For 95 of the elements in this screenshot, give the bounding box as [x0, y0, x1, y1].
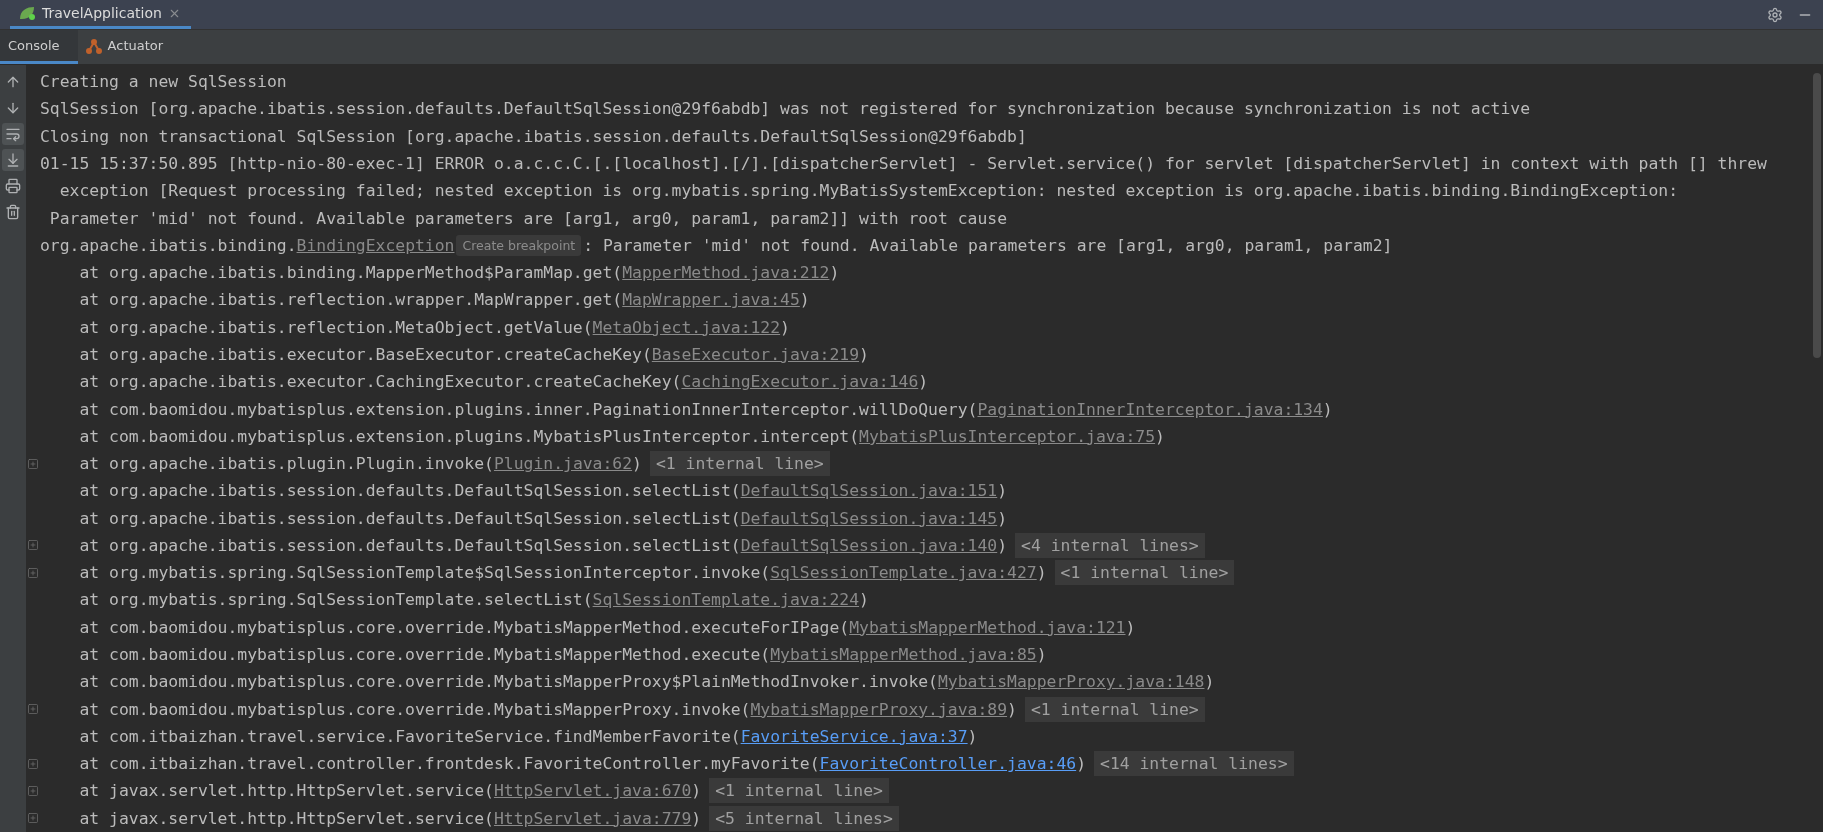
source-link[interactable]: DefaultSqlSession.java:151 — [740, 481, 998, 501]
log-text: 01-15 15:37:50.895 [http-nio-80-exec-1] ERROR o.a.c.c.C.[.[localhost].[/].[dispatcherServlet] - Servlet.service() for servlet [dispatcherServlet] in context with path [] threw — [40, 154, 1767, 173]
leaf-icon — [18, 5, 36, 21]
log-text: Parameter 'mid' not found. Available parameters are [arg1, arg0, param1, param2]] with root cause — [49, 208, 1008, 228]
source-link[interactable]: MybatisMapperMethod.java:85 — [770, 645, 1037, 665]
log-text: ) — [829, 263, 840, 283]
log-text: ) — [799, 290, 810, 310]
internal-lines-fold[interactable]: <5 internal lines> — [709, 805, 899, 831]
log-text: at org.apache.ibatis.executor.CachingExecutor.createCacheKey( — [79, 372, 682, 392]
log-text: ) — [859, 344, 869, 364]
log-text: at org.mybatis.spring.SqlSessionTemplate$SqlSessionInterceptor.invoke( — [79, 563, 771, 583]
scrollbar-thumb[interactable] — [1813, 73, 1821, 358]
expand-icon[interactable] — [27, 703, 39, 716]
log-text: at javax.servlet.http.HttpServlet.service( — [79, 808, 494, 828]
log-text: at org.apache.ibatis.binding.MapperMethod$ParamMap.get( — [79, 263, 623, 283]
source-link[interactable]: DefaultSqlSession.java:145 — [740, 508, 998, 528]
log-text: Creating a new SqlSession — [40, 72, 287, 92]
log-text: ) — [1204, 672, 1215, 692]
source-link[interactable]: FavoriteController.java:46 — [819, 754, 1077, 774]
log-text: : Parameter 'mid' not found. Available parameters are [arg1, arg0, param1, param2] — [583, 235, 1393, 255]
log-text: SqlSession [org.apache.ibatis.session.defaults.DefaultSqlSession@29f6abdb] was not registered for synchronization because synchronization is not active — [40, 99, 1531, 119]
log-text: at com.baomidou.mybatisplus.extension.plugins.inner.PaginationInnerInterceptor.willDoQuery( — [79, 399, 978, 419]
log-text: org.apache.ibatis.binding. — [40, 235, 297, 255]
expand-icon[interactable] — [27, 784, 39, 797]
log-text: at com.baomidou.mybatisplus.core.override.MybatisMapperProxy$PlainMethodInvoker.invoke( — [79, 672, 938, 692]
log-text: at org.mybatis.spring.SqlSessionTemplate.selectList( — [79, 590, 593, 610]
log-text: ) — [691, 781, 702, 801]
log-text: at org.apache.ibatis.reflection.wrapper.MapWrapper.get( — [79, 290, 623, 310]
log-text: ) — [1007, 699, 1017, 719]
source-link[interactable]: DefaultSqlSession.java:140 — [740, 535, 998, 555]
log-text: at com.baomidou.mybatisplus.core.override.MybatisMapperMethod.execute( — [79, 645, 771, 665]
source-link[interactable]: FavoriteService.java:37 — [740, 726, 968, 746]
log-text: ) — [997, 508, 1008, 528]
log-text: ) — [632, 454, 642, 474]
internal-lines-fold[interactable]: <1 internal line> — [649, 451, 830, 477]
log-text: ) — [1036, 563, 1047, 583]
log-text: at javax.servlet.http.HttpServlet.service( — [79, 781, 494, 801]
log-text: ) — [1155, 426, 1165, 446]
log-text: ) — [997, 535, 1008, 555]
log-text: ) — [918, 372, 929, 392]
log-text: at org.apache.ibatis.session.defaults.DefaultSqlSession.selectList( — [79, 508, 741, 528]
log-text: at com.itbaizhan.travel.service.FavoriteService.findMemberFavorite( — [79, 726, 741, 746]
source-link[interactable]: MybatisPlusInterceptor.java:75 — [859, 426, 1156, 446]
expand-icon[interactable] — [27, 457, 39, 470]
log-text: ) — [1036, 645, 1047, 665]
log-text: at org.apache.ibatis.executor.BaseExecutor.createCacheKey( — [79, 344, 652, 364]
expand-icon[interactable] — [27, 539, 39, 552]
source-link[interactable]: CachingExecutor.java:146 — [681, 372, 919, 392]
source-link[interactable]: MybatisMapperProxy.java:89 — [750, 699, 1008, 719]
source-link[interactable]: MetaObject.java:122 — [592, 317, 781, 337]
log-text: at org.apache.ibatis.session.defaults.DefaultSqlSession.selectList( — [79, 535, 741, 555]
source-link[interactable]: MapWrapper.java:45 — [622, 290, 800, 310]
log-text: ) — [997, 481, 1008, 501]
source-link[interactable]: SqlSessionTemplate.java:427 — [770, 563, 1037, 583]
nodes-icon — [85, 37, 102, 54]
soft-wrap-icon[interactable] — [2, 123, 24, 145]
expand-icon[interactable] — [27, 812, 39, 825]
source-link[interactable]: MapperMethod.java:212 — [622, 263, 830, 283]
log-text: at com.itbaizhan.travel.controller.frontdesk.FavoriteController.myFavorite( — [79, 754, 820, 774]
source-link[interactable]: HttpServlet.java:779 — [493, 808, 692, 828]
internal-lines-fold[interactable]: <1 internal line> — [1024, 696, 1205, 722]
log-text: ) — [1076, 754, 1087, 774]
log-text: ) — [691, 808, 702, 828]
source-link[interactable]: PaginationInnerInterceptor.java:134 — [977, 399, 1323, 419]
expand-icon[interactable] — [27, 566, 39, 579]
console-tab[interactable]: Console — [0, 30, 78, 64]
breakpoint-hint[interactable]: Create breakpoint — [456, 234, 582, 256]
internal-lines-fold[interactable]: <14 internal lines> — [1094, 751, 1294, 777]
log-text: ) — [859, 590, 869, 610]
log-text: at org.apache.ibatis.reflection.MetaObject.getValue( — [79, 317, 593, 337]
source-link[interactable]: SqlSessionTemplate.java:224 — [592, 590, 860, 610]
log-text: at com.baomidou.mybatisplus.core.override.MybatisMapperMethod.executeForIPage( — [79, 617, 850, 637]
source-link[interactable]: Plugin.java:62 — [493, 454, 633, 474]
log-text: at org.apache.ibatis.plugin.Plugin.invoke( — [79, 454, 494, 474]
scroll-to-end-icon[interactable] — [2, 149, 24, 171]
internal-lines-fold[interactable]: <4 internal lines> — [1015, 532, 1205, 558]
console-tab[interactable]: Actuator — [77, 30, 182, 64]
source-link[interactable]: MybatisMapperProxy.java:148 — [938, 672, 1205, 692]
log-text: at com.baomidou.mybatisplus.core.override.MybatisMapperProxy.invoke( — [79, 699, 751, 719]
source-link[interactable]: BindingException — [296, 235, 455, 255]
log-text: exception [Request processing failed; nested exception is org.mybatis.spring.MyBatisSystemException: nested exception is org.apache.ibatis.binding.BindingException: — [59, 181, 1679, 201]
source-link[interactable]: HttpServlet.java:670 — [493, 781, 692, 801]
log-text: ) — [1322, 399, 1333, 419]
log-text: ) — [967, 726, 978, 746]
internal-lines-fold[interactable]: <1 internal line> — [709, 778, 889, 804]
log-text: ) — [780, 317, 790, 337]
source-link[interactable]: MybatisMapperMethod.java:121 — [849, 617, 1126, 637]
log-text: at org.apache.ibatis.session.defaults.DefaultSqlSession.selectList( — [79, 481, 741, 501]
internal-lines-fold[interactable]: <1 internal line> — [1054, 560, 1235, 586]
log-text: Closing non transactional SqlSession [org.apache.ibatis.session.defaults.DefaultSqlSession@29f6abdb] — [40, 126, 1027, 146]
log-text: at com.baomidou.mybatisplus.extension.plugins.MybatisPlusInterceptor.intercept( — [79, 426, 860, 446]
log-text: ) — [1125, 617, 1136, 637]
source-link[interactable]: BaseExecutor.java:219 — [651, 344, 860, 364]
settings-icon[interactable] — [1767, 6, 1783, 23]
expand-icon[interactable] — [27, 757, 39, 770]
